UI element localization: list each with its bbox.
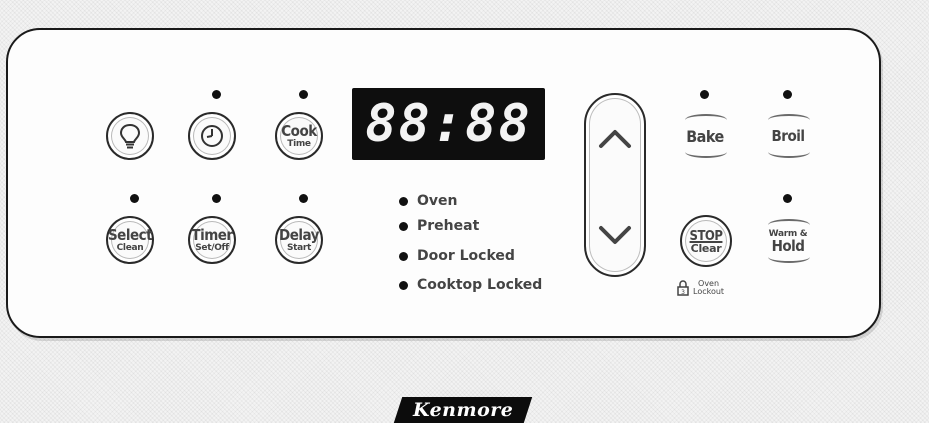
svg-text:3: 3 [681,289,685,296]
cook-time-sublabel: Time [287,138,311,149]
broil-button[interactable]: Broil [762,110,814,162]
timer-indicator-light [212,194,221,203]
cooktop-locked-indicator: Cooktop Locked [399,277,542,293]
brand-name: Kenmore [412,399,514,421]
oven-lockout-line2: Lockout [693,287,725,296]
preheat-indicator: Preheat [399,218,479,234]
stop-clear-button[interactable]: STOP Clear [680,215,732,267]
light-button[interactable] [106,112,154,160]
down-arrow-icon[interactable] [595,215,635,255]
broil-label: Broil [771,126,805,145]
cooktop-locked-indicator-light [399,280,408,290]
select-clean-indicator-light [130,194,139,203]
warm-hold-button-arc-top [768,219,810,231]
up-down-control [584,93,646,277]
select-clean-button[interactable]: Select Clean [106,216,154,264]
warm-hold-button[interactable]: Warm & Hold [762,215,814,267]
timer-sublabel: Set/Off [195,242,229,253]
bake-indicator-light [700,90,709,99]
kenmore-logo: Kenmore [393,397,533,423]
preheat-indicator-light [399,221,408,231]
bake-button-arc-top [685,114,727,126]
lightbulb-icon [119,123,141,149]
delay-sublabel: Start [286,242,312,253]
broil-button-arc-bottom [768,146,810,158]
timer-button[interactable]: Timer Set/Off [188,216,236,264]
bake-button[interactable]: Bake [679,110,731,162]
oven-indicator-light [399,196,408,206]
time-display: 88:88 [352,88,545,160]
oven-indicator: Oven [399,193,458,209]
warm-hold-button-arc-bottom [768,251,810,263]
select-label: Select [107,225,153,244]
clear-sublabel: Clear [690,241,722,255]
clock-icon [201,125,223,147]
warm-hold-indicator-light [783,194,792,203]
delay-label: Delay [279,225,319,244]
time-display-digits: 88:88 [365,94,532,154]
clean-sublabel: Clean [116,242,144,253]
door-locked-indicator-light [399,251,408,261]
bake-button-arc-bottom [685,146,727,158]
up-arrow-icon[interactable] [595,119,635,159]
door-locked-indicator-label: Door Locked [417,248,515,264]
oven-lockout-text: Oven Lockout [693,280,724,296]
preheat-indicator-label: Preheat [417,218,480,234]
broil-button-arc-top [768,114,810,126]
clock-indicator-light [212,90,221,99]
timer-label: Timer [191,225,233,244]
broil-indicator-light [783,90,792,99]
cook-time-indicator-light [299,90,308,99]
cooktop-locked-indicator-label: Cooktop Locked [417,277,543,293]
bake-label: Bake [686,126,724,146]
oven-indicator-label: Oven [417,193,458,209]
cook-time-label: Cook [281,121,317,140]
delay-button[interactable]: Delay Start [275,216,323,264]
door-locked-indicator: Door Locked [399,248,515,264]
cook-time-button[interactable]: Cook Time [275,112,323,160]
lock-icon: 3 [677,280,689,296]
oven-lockout-label: 3 Oven Lockout [677,280,724,296]
delay-indicator-light [299,194,308,203]
clock-button[interactable] [188,112,236,160]
